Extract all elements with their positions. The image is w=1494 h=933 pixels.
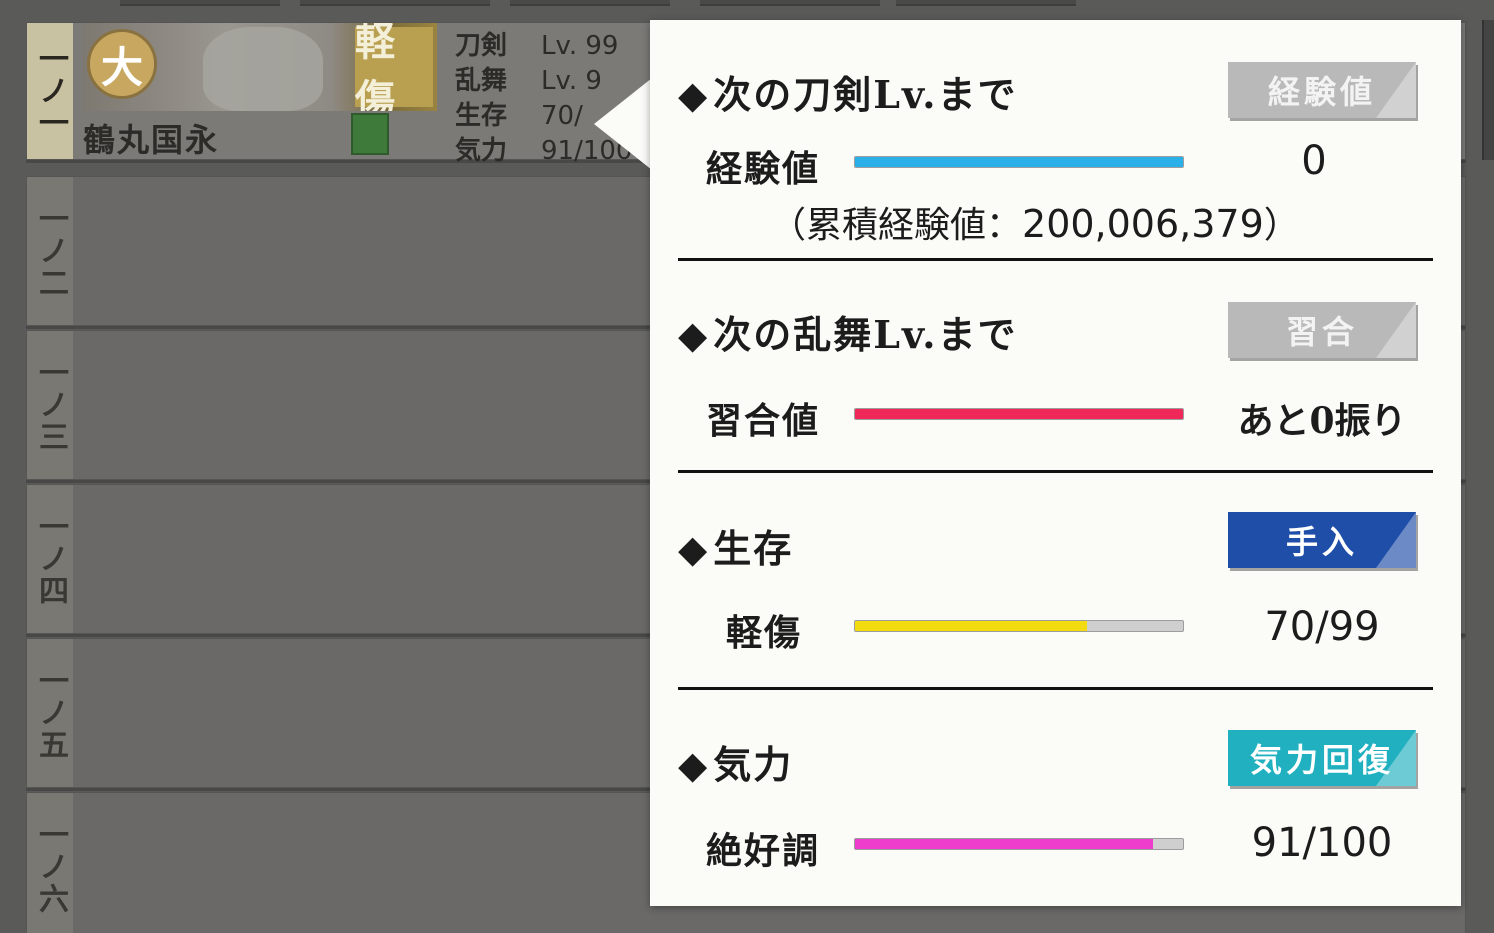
stat-value: Lv. 9 (541, 66, 602, 96)
merge-button[interactable]: 習合 (1228, 302, 1416, 358)
status-popup: ◆ 次の刀剣Lv.まで 経験値 経験値 0 （累積経験値：200,006,379）… (650, 20, 1461, 906)
survival-value: 70/99 (1264, 604, 1380, 650)
top-tab (300, 0, 490, 6)
slot-label: 一ノ二 (27, 177, 73, 325)
merge-label: 習合値 (706, 400, 821, 442)
morale-value: 91/100 (1251, 820, 1393, 866)
experience-button[interactable]: 経験値 (1228, 62, 1416, 118)
stat-label: 気力 (455, 136, 508, 166)
character-name: 鶴丸国永 (83, 121, 220, 159)
top-tab (700, 0, 880, 6)
stat-value: 70/ (541, 101, 583, 131)
slot-label: 一ノ六 (27, 793, 73, 933)
merge-bar (854, 408, 1184, 420)
stat-value: Lv. 99 (541, 31, 619, 61)
stat-label: 乱舞 (455, 66, 508, 96)
popup-pointer (594, 78, 652, 170)
experience-bar-fill (855, 157, 1183, 167)
survival-bar-fill (855, 621, 1087, 631)
crest-icon: 大 (87, 29, 157, 99)
stat-label: 刀剣 (455, 31, 508, 61)
top-tab (896, 0, 1076, 6)
morale-bar (854, 838, 1184, 850)
diamond-icon: ◆ (678, 526, 710, 571)
top-tab (510, 0, 670, 6)
diamond-icon: ◆ (678, 72, 710, 117)
divider (678, 687, 1433, 690)
morale-title: ◆ 気力 (678, 742, 794, 787)
morale-bar-fill (855, 839, 1154, 849)
stat-label: 生存 (455, 101, 508, 131)
survival-bar (854, 620, 1184, 632)
divider (678, 258, 1433, 261)
experience-bar (854, 156, 1184, 168)
morale-label: 絶好調 (706, 830, 821, 872)
slot-label: 一ノ四 (27, 485, 73, 633)
sword-level-title: ◆ 次の刀剣Lv.まで (678, 72, 1018, 117)
character-portrait[interactable]: 大 軽傷 (83, 23, 437, 111)
slot-label: 一ノ五 (27, 639, 73, 787)
cumulative-experience: （累積経験値：200,006,379） (770, 202, 1300, 246)
ranbu-level-title: ◆ 次の乱舞Lv.まで (678, 312, 1018, 357)
rank-icon (351, 113, 389, 155)
slot-label: 一ノ三 (27, 331, 73, 479)
experience-label: 経験値 (706, 148, 821, 190)
slot-label: 一ノ一 (27, 23, 73, 159)
injury-badge: 軽傷 (355, 23, 433, 111)
merge-bar-fill (855, 409, 1183, 419)
divider (678, 470, 1433, 473)
experience-value: 0 (1301, 138, 1327, 184)
top-tab (120, 0, 280, 6)
side-button-edge (1482, 20, 1494, 160)
merge-value: あと0振り (1237, 400, 1407, 442)
diamond-icon: ◆ (678, 312, 710, 357)
injury-label: 軽傷 (726, 612, 803, 654)
repair-button[interactable]: 手入 (1228, 512, 1416, 568)
morale-recovery-button[interactable]: 気力回復 (1228, 730, 1416, 786)
survival-title: ◆ 生存 (678, 526, 794, 571)
diamond-icon: ◆ (678, 742, 710, 787)
character-face (203, 27, 323, 111)
